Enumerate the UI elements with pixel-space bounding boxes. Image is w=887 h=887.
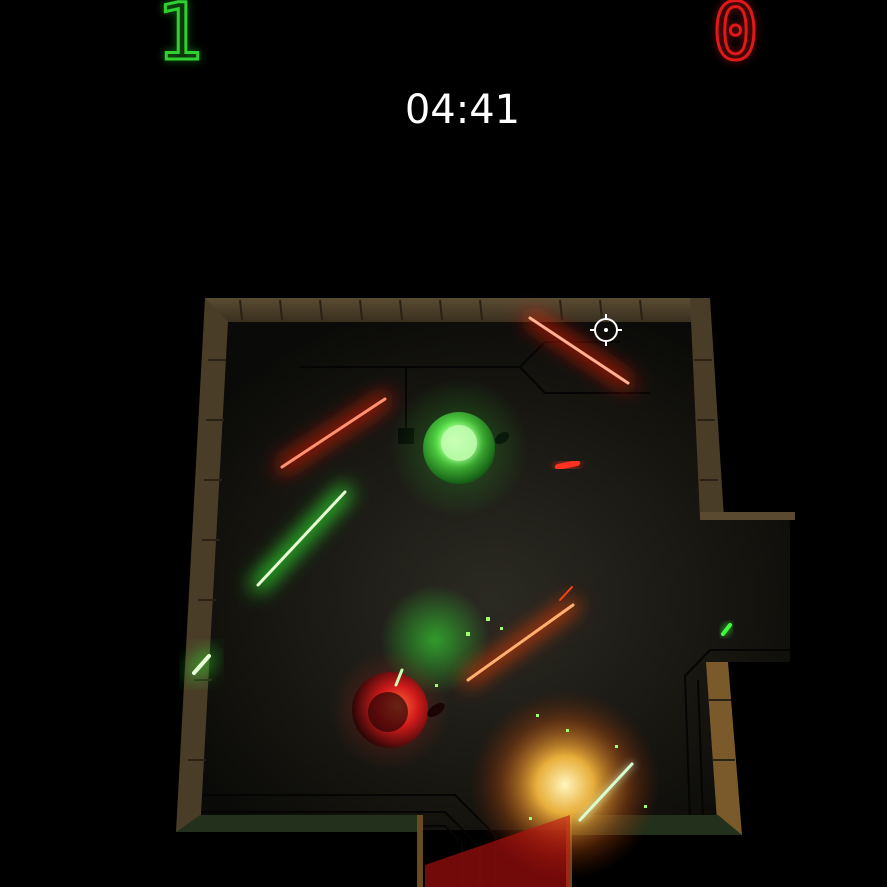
- game-viewport[interactable]: 1 0 04:41: [0, 0, 887, 887]
- red-laser-small: [555, 460, 580, 470]
- goal-post-left: [417, 815, 423, 887]
- crosshair-icon: [590, 314, 622, 346]
- arena-scene: [176, 298, 795, 887]
- wall-bottom-left: [176, 815, 420, 832]
- wall-right-ledge: [700, 512, 795, 520]
- match-timer: 04:41: [404, 87, 521, 133]
- green-team-score: 1: [155, 0, 205, 78]
- red-team-score: 0: [711, 0, 761, 78]
